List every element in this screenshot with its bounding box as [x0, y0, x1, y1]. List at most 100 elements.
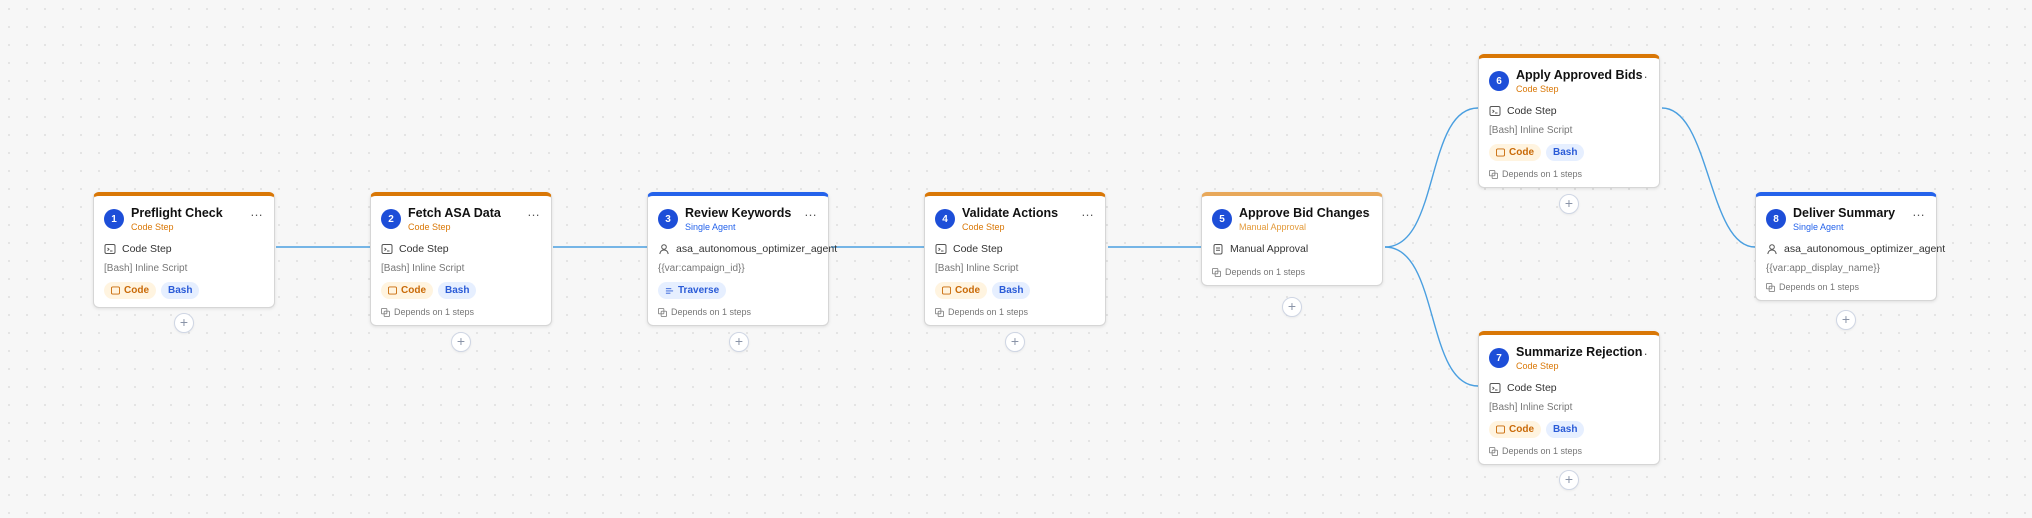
step-number-badge: 6	[1489, 71, 1509, 91]
step-number-badge: 8	[1766, 209, 1786, 229]
node-type-label: Code Step	[131, 222, 174, 232]
add-step-button[interactable]: +	[1282, 297, 1302, 317]
node-menu-button[interactable]: …	[1081, 205, 1095, 218]
node-agent-name: asa_autonomous_optimizer_agent	[658, 243, 837, 255]
code-tag: Code	[1489, 421, 1541, 438]
node-menu-button[interactable]: …	[1635, 344, 1649, 357]
dependencies-info: Depends on 1 steps	[935, 307, 1095, 317]
variable-detail: {{var:app_display_name}}	[1766, 263, 1880, 274]
workflow-node-fetch-asa-data[interactable]: 2 Fetch ASA Data Code Step … Code Step […	[370, 192, 552, 326]
code-tag: Code	[935, 282, 987, 299]
step-number-badge: 1	[104, 209, 124, 229]
node-menu-button[interactable]: …	[1912, 205, 1926, 218]
workflow-node-preflight-check[interactable]: 1 Preflight Check Code Step … Code Step …	[93, 192, 275, 308]
workflow-node-review-keywords[interactable]: 3 Review Keywords Single Agent … asa_aut…	[647, 192, 837, 326]
node-type-label: Manual Approval	[1239, 222, 1307, 232]
node-type-label: Single Agent	[1793, 222, 1844, 232]
step-type-label: Code Step	[122, 243, 172, 255]
dependencies-info: Depends on 1 steps	[1766, 282, 1926, 292]
link-icon	[1489, 169, 1498, 179]
node-step-type: Code Step	[935, 243, 1095, 255]
workflow-node-approve-bid-changes[interactable]: 5 Approve Bid Changes Manual Approval … …	[1201, 192, 1383, 286]
terminal-icon	[935, 244, 947, 254]
workflow-node-apply-approved-bids[interactable]: 6 Apply Approved Bids Code Step … Code S…	[1478, 54, 1660, 188]
step-type-label: Code Step	[1507, 105, 1557, 117]
agent-name-label: asa_autonomous_optimizer_agent	[676, 243, 838, 255]
bash-tag: Bash	[1546, 144, 1585, 161]
terminal-icon	[1489, 106, 1501, 116]
node-step-type: Code Step	[104, 243, 264, 255]
node-menu-button[interactable]: …	[1358, 205, 1372, 218]
traverse-tag: Traverse	[658, 282, 727, 299]
bash-tag: Bash	[161, 282, 200, 299]
terminal-icon	[381, 244, 393, 254]
step-type-label: Code Step	[399, 243, 449, 255]
node-type-label: Code Step	[1516, 84, 1559, 94]
step-number-badge: 3	[658, 209, 678, 229]
edge-5-7	[1384, 246, 1479, 387]
dependencies-info: Depends on 1 steps	[1489, 446, 1649, 456]
node-menu-button[interactable]: …	[804, 205, 818, 218]
add-step-button[interactable]: +	[729, 332, 749, 352]
node-title: Review Keywords	[685, 206, 792, 220]
dependencies-info: Depends on 1 steps	[1489, 169, 1649, 179]
dependencies-info: Depends on 1 steps	[1212, 267, 1372, 277]
step-number-badge: 7	[1489, 348, 1509, 368]
node-title: Fetch ASA Data	[408, 206, 501, 220]
link-icon	[381, 307, 390, 317]
add-step-button[interactable]: +	[1559, 194, 1579, 214]
workflow-node-summarize-rejection[interactable]: 7 Summarize Rejection Code Step … Code S…	[1478, 331, 1660, 465]
code-tag: Code	[104, 282, 156, 299]
code-tag: Code	[1489, 144, 1541, 161]
code-icon	[942, 286, 951, 295]
code-icon	[111, 286, 120, 295]
link-icon	[935, 307, 944, 317]
code-icon	[388, 286, 397, 295]
node-type-label: Code Step	[408, 222, 451, 232]
step-number-badge: 2	[381, 209, 401, 229]
add-step-button[interactable]: +	[1559, 470, 1579, 490]
node-title: Preflight Check	[131, 206, 223, 220]
add-step-button[interactable]: +	[174, 313, 194, 333]
node-title: Summarize Rejection	[1516, 345, 1643, 359]
node-title: Apply Approved Bids	[1516, 68, 1643, 82]
node-step-type: Code Step	[381, 243, 541, 255]
node-menu-button[interactable]: …	[527, 205, 541, 218]
edge-6-8	[1661, 107, 1756, 248]
script-detail: [Bash] Inline Script	[1489, 402, 1573, 413]
link-icon	[1489, 446, 1498, 456]
bash-tag: Bash	[992, 282, 1031, 299]
node-step-type: Code Step	[1489, 382, 1649, 394]
dependencies-info: Depends on 1 steps	[658, 307, 818, 317]
step-number-badge: 4	[935, 209, 955, 229]
workflow-node-validate-actions[interactable]: 4 Validate Actions Code Step … Code Step…	[924, 192, 1106, 326]
add-step-button[interactable]: +	[1005, 332, 1025, 352]
workflow-node-deliver-summary[interactable]: 8 Deliver Summary Single Agent … asa_aut…	[1755, 192, 1945, 301]
node-type-label: Single Agent	[685, 222, 736, 232]
add-step-button[interactable]: +	[1836, 310, 1856, 330]
node-title: Validate Actions	[962, 206, 1059, 220]
node-title: Approve Bid Changes	[1239, 206, 1370, 220]
terminal-icon	[104, 244, 116, 254]
script-detail: [Bash] Inline Script	[104, 263, 188, 274]
node-step-type: Code Step	[1489, 105, 1649, 117]
dependencies-info: Depends on 1 steps	[381, 307, 541, 317]
bash-tag: Bash	[438, 282, 477, 299]
link-icon	[1766, 282, 1775, 292]
node-menu-button[interactable]: …	[1635, 67, 1649, 80]
link-icon	[1212, 267, 1221, 277]
node-menu-button[interactable]: …	[250, 205, 264, 218]
code-icon	[1496, 425, 1505, 434]
step-number-badge: 5	[1212, 209, 1232, 229]
add-step-button[interactable]: +	[451, 332, 471, 352]
node-type-label: Code Step	[962, 222, 1005, 232]
step-type-label: Code Step	[953, 243, 1003, 255]
user-icon	[1767, 244, 1777, 255]
edge-5-6	[1384, 107, 1479, 248]
script-detail: [Bash] Inline Script	[381, 263, 465, 274]
step-type-label: Manual Approval	[1230, 243, 1309, 255]
variable-detail: {{var:campaign_id}}	[658, 263, 745, 274]
node-type-label: Code Step	[1516, 361, 1559, 371]
link-icon	[658, 307, 667, 317]
clipboard-icon	[1213, 244, 1223, 255]
